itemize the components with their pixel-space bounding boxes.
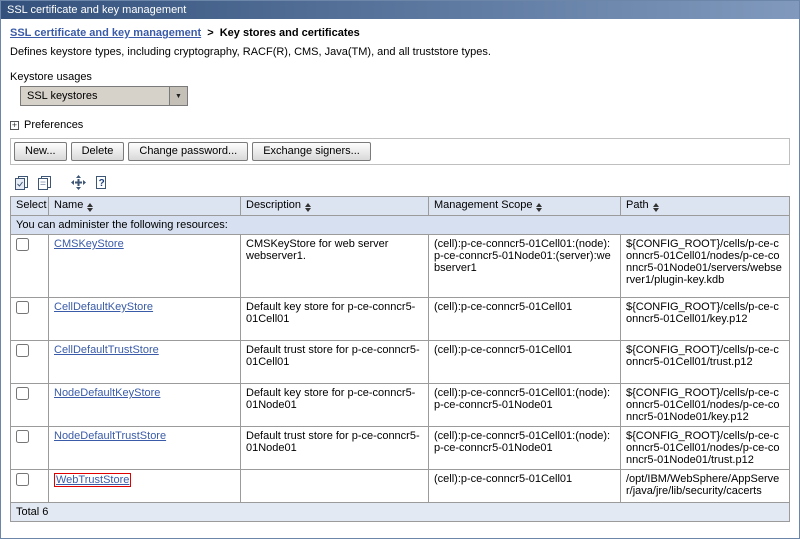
keystore-usages-label: Keystore usages <box>10 71 790 83</box>
column-header-select: Select <box>11 197 49 216</box>
table-row-nodedefaulttruststore: NodeDefaultTrustStore Default trust stor… <box>11 427 790 470</box>
svg-text:?: ? <box>98 178 104 189</box>
exchange-signers-button[interactable]: Exchange signers... <box>252 142 371 161</box>
keystore-description: Default key store for p-ce-conncr5-01Cel… <box>241 298 429 341</box>
keystore-scope: (cell):p-ce-conncr5-01Cell01 <box>429 298 621 341</box>
sort-path-icon[interactable] <box>653 203 659 212</box>
keystore-link-cmskeystore[interactable]: CMSKeyStore <box>54 238 124 250</box>
select-all-icon[interactable] <box>12 174 30 191</box>
keystore-link-nodedefaultkeystore[interactable]: NodeDefaultKeyStore <box>54 387 160 399</box>
keystore-path: ${CONFIG_ROOT}/cells/p-ce-conncr5-01Cell… <box>621 384 790 427</box>
keystore-scope: (cell):p-ce-conncr5-01Cell01 <box>429 341 621 384</box>
dropdown-arrow-icon[interactable]: ▼ <box>169 87 187 105</box>
sort-description-icon[interactable] <box>305 203 311 212</box>
keystore-description: CMSKeyStore for web server webserver1. <box>241 235 429 298</box>
keystore-usages-selected-value: SSL keystores <box>21 90 169 102</box>
keystore-path: ${CONFIG_ROOT}/cells/p-ce-conncr5-01Cell… <box>621 298 790 341</box>
keystore-scope: (cell):p-ce-conncr5-01Cell01:(node):p-ce… <box>429 235 621 298</box>
keystore-link-celldefaulttruststore[interactable]: CellDefaultTrustStore <box>54 344 159 356</box>
show-filter-icon[interactable] <box>69 174 87 191</box>
keystore-scope: (cell):p-ce-conncr5-01Cell01 <box>429 470 621 503</box>
ssl-key-management-window: SSL certificate and key management SSL c… <box>0 0 800 539</box>
change-password-button[interactable]: Change password... <box>128 142 248 161</box>
help-icon[interactable]: ? <box>92 174 110 191</box>
sort-name-icon[interactable] <box>87 203 93 212</box>
row-checkbox[interactable] <box>16 387 29 400</box>
breadcrumb-link-ssl-management[interactable]: SSL certificate and key management <box>10 27 201 39</box>
column-header-description: Description <box>241 197 429 216</box>
keystores-table: Select Name Description Management Scope… <box>10 196 790 522</box>
keystore-path: ${CONFIG_ROOT}/cells/p-ce-conncr5-01Cell… <box>621 427 790 470</box>
table-toolbar: ? <box>12 172 790 192</box>
row-checkbox[interactable] <box>16 238 29 251</box>
keystore-path: ${CONFIG_ROOT}/cells/p-ce-conncr5-01Cell… <box>621 341 790 384</box>
column-header-path: Path <box>621 197 790 216</box>
table-row-cmskeystore: CMSKeyStore CMSKeyStore for web server w… <box>11 235 790 298</box>
keystore-description: Default trust store for p-ce-conncr5-01C… <box>241 341 429 384</box>
column-header-name: Name <box>49 197 241 216</box>
keystore-path: ${CONFIG_ROOT}/cells/p-ce-conncr5-01Cell… <box>621 235 790 298</box>
breadcrumb: SSL certificate and key management > Key… <box>10 27 790 39</box>
new-button[interactable]: New... <box>14 142 67 161</box>
column-label-name: Name <box>54 199 83 211</box>
row-checkbox[interactable] <box>16 344 29 357</box>
window-title: SSL certificate and key management <box>7 4 186 16</box>
column-header-scope: Management Scope <box>429 197 621 216</box>
column-label-description: Description <box>246 199 301 211</box>
total-count: Total 6 <box>11 503 790 522</box>
keystore-description <box>241 470 429 503</box>
keystore-scope: (cell):p-ce-conncr5-01Cell01:(node):p-ce… <box>429 427 621 470</box>
keystore-usages-select[interactable]: SSL keystores ▼ <box>20 86 188 106</box>
keystore-scope: (cell):p-ce-conncr5-01Cell01:(node):p-ce… <box>429 384 621 427</box>
column-label-path: Path <box>626 199 649 211</box>
action-button-bar: New... Delete Change password... Exchang… <box>10 138 790 165</box>
keystore-link-celldefaultkeystore[interactable]: CellDefaultKeyStore <box>54 301 153 313</box>
table-header-row: Select Name Description Management Scope… <box>11 197 790 216</box>
title-bar: SSL certificate and key management <box>1 1 799 19</box>
row-checkbox[interactable] <box>16 473 29 486</box>
content-area: SSL certificate and key management > Key… <box>1 19 799 522</box>
table-row-celldefaultkeystore: CellDefaultKeyStore Default key store fo… <box>11 298 790 341</box>
table-row-nodedefaultkeystore: NodeDefaultKeyStore Default key store fo… <box>11 384 790 427</box>
table-row-webtruststore: WebTrustStore (cell):p-ce-conncr5-01Cell… <box>11 470 790 503</box>
breadcrumb-separator: > <box>207 27 213 39</box>
column-label-scope: Management Scope <box>434 199 532 211</box>
preferences-toggle[interactable]: + Preferences <box>10 119 790 131</box>
keystore-link-nodedefaulttruststore[interactable]: NodeDefaultTrustStore <box>54 430 166 442</box>
admin-note: You can administer the following resourc… <box>11 216 790 235</box>
preferences-label: Preferences <box>24 119 83 131</box>
sort-scope-icon[interactable] <box>536 203 542 212</box>
expand-icon[interactable]: + <box>10 121 19 130</box>
row-checkbox[interactable] <box>16 301 29 314</box>
keystore-description: Default trust store for p-ce-conncr5-01N… <box>241 427 429 470</box>
keystore-path: /opt/IBM/WebSphere/AppServer/java/jre/li… <box>621 470 790 503</box>
table-row-celldefaulttruststore: CellDefaultTrustStore Default trust stor… <box>11 341 790 384</box>
deselect-all-icon[interactable] <box>35 174 53 191</box>
keystore-usages-section: Keystore usages SSL keystores ▼ <box>10 71 790 106</box>
breadcrumb-current-page: Key stores and certificates <box>220 27 360 39</box>
row-checkbox[interactable] <box>16 430 29 443</box>
column-label-select: Select <box>16 199 47 211</box>
keystore-description: Default key store for p-ce-conncr5-01Nod… <box>241 384 429 427</box>
delete-button[interactable]: Delete <box>71 142 125 161</box>
keystore-link-webtruststore[interactable]: WebTrustStore <box>54 473 131 487</box>
admin-note-row: You can administer the following resourc… <box>11 216 790 235</box>
table-total-row: Total 6 <box>11 503 790 522</box>
page-description: Defines keystore types, including crypto… <box>10 46 790 58</box>
